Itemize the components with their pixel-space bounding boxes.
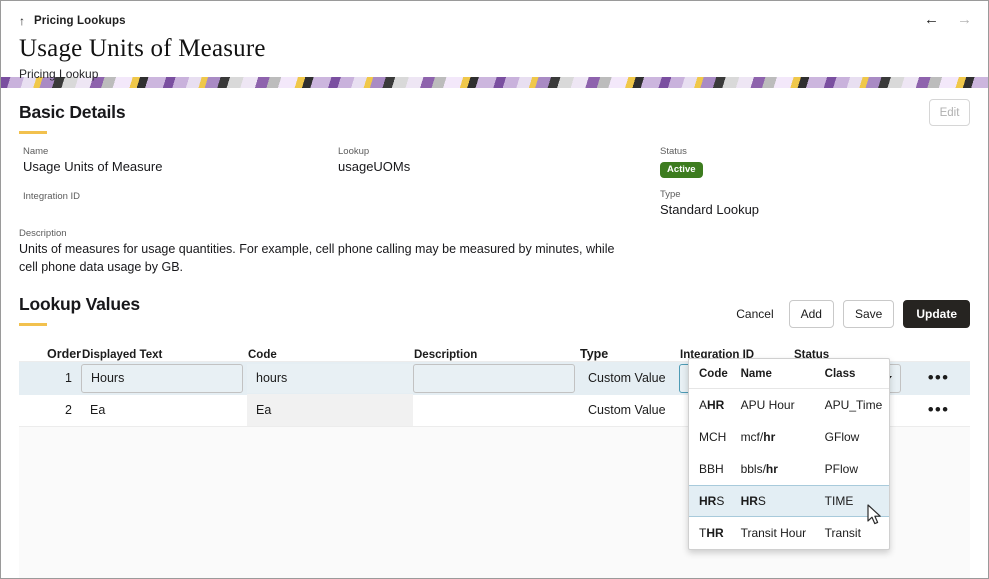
- field-type: Type Standard Lookup: [660, 189, 759, 217]
- lookup-values-actions: Cancel Add Save Update: [730, 299, 970, 328]
- row-displayed-text-cell[interactable]: Hours: [81, 363, 247, 393]
- dropdown-header-row: Code Name Class: [689, 359, 889, 389]
- row-code-cell[interactable]: Ea: [247, 394, 413, 426]
- dropdown-option-code: THR: [699, 526, 724, 540]
- dropdown-option-code: HRS: [699, 494, 725, 508]
- description-value: Units of measures for usage quantities. …: [19, 242, 615, 274]
- dropdown-option-name: bbls/hr: [740, 462, 778, 476]
- code-input[interactable]: Ea: [247, 394, 413, 426]
- column-header-type: Type: [580, 346, 609, 361]
- status-badge: Active: [660, 162, 703, 179]
- dropdown-option-name: HRS: [740, 494, 766, 508]
- field-type-value: Standard Lookup: [660, 202, 760, 217]
- edit-button[interactable]: Edit: [929, 99, 970, 126]
- field-status-label: Status: [660, 146, 687, 157]
- dropdown-option-code: AHR: [699, 398, 725, 412]
- basic-details-title: Basic Details: [19, 102, 126, 122]
- row-type: Custom Value: [588, 371, 666, 385]
- save-button[interactable]: Save: [842, 299, 895, 328]
- lookup-values-accent-rule: [19, 322, 47, 326]
- add-button[interactable]: Add: [788, 299, 834, 328]
- field-integration-id: Integration ID: [23, 191, 80, 204]
- dropdown-option[interactable]: HRS HRS TIME: [689, 485, 889, 517]
- dropdown-option-name: APU Hour: [740, 398, 795, 412]
- update-button[interactable]: Update: [903, 299, 970, 328]
- row-order: 2: [65, 403, 72, 417]
- row-menu-cell[interactable]: •••: [907, 401, 970, 420]
- column-header-displayed-text: Displayed Text: [82, 348, 163, 361]
- dropdown-option-name: mcf/hr: [740, 430, 776, 444]
- field-name: Name Usage Units of Measure: [23, 146, 162, 174]
- dropdown-option[interactable]: BBH bbls/hr PFlow: [689, 453, 889, 485]
- basic-details-section: Basic Details Edit Name Usage Units of M…: [1, 88, 988, 232]
- breadcrumb-label[interactable]: Pricing Lookups: [34, 15, 126, 27]
- row-overflow-menu-icon[interactable]: •••: [928, 400, 949, 419]
- dropdown-option-code: MCH: [699, 430, 727, 444]
- cancel-button[interactable]: Cancel: [730, 300, 779, 328]
- row-description-cell[interactable]: [413, 363, 579, 393]
- dropdown-option[interactable]: THR Transit Hour Transit: [689, 517, 889, 549]
- field-name-value: Usage Units of Measure: [23, 159, 163, 174]
- column-header-description: Description: [414, 348, 478, 361]
- dropdown-option-name: Transit Hour: [740, 526, 807, 540]
- page-title: Usage Units of Measure: [19, 35, 266, 62]
- column-header-order: Order: [47, 346, 82, 361]
- code-input[interactable]: hours: [247, 363, 413, 393]
- dropdown-column-name: Name: [740, 367, 772, 380]
- row-order: 1: [65, 371, 72, 385]
- column-header-code: Code: [248, 348, 277, 361]
- dropdown-option-class: Transit: [824, 526, 861, 540]
- field-status: Status Active: [660, 146, 703, 179]
- basic-details-fields: Name Usage Units of Measure Lookup usage…: [19, 146, 970, 232]
- dropdown-options-list: AHR APU Hour APU_Time MCH mcf/hr GFlow BBH bbls…: [689, 389, 889, 549]
- mouse-cursor-icon: [867, 504, 881, 525]
- field-lookup-value: usageUOMs: [338, 159, 411, 174]
- row-overflow-menu-icon[interactable]: •••: [928, 368, 949, 387]
- integration-id-dropdown-panel[interactable]: Code Name Class AHR APU Hour APU_Time MCH mc…: [688, 358, 890, 550]
- up-arrow-icon: ↑: [19, 14, 25, 28]
- page-subtitle: Pricing Lookup: [19, 67, 99, 82]
- displayed-text-input[interactable]: Hours: [81, 363, 243, 393]
- description-input[interactable]: [413, 363, 575, 393]
- dropdown-option[interactable]: MCH mcf/hr GFlow: [689, 421, 889, 453]
- field-lookup: Lookup usageUOMs: [338, 146, 410, 174]
- dropdown-option-class: GFlow: [824, 430, 860, 444]
- field-lookup-label: Lookup: [338, 146, 370, 157]
- field-integration-id-label: Integration ID: [23, 191, 81, 202]
- dropdown-column-code: Code: [699, 367, 728, 380]
- title-accent-rule: [19, 131, 47, 134]
- dropdown-option-class: APU_Time: [824, 398, 883, 412]
- navigation-arrows: ← →: [924, 12, 972, 27]
- page-header: ↑ Pricing Lookups Usage Units of Measure…: [1, 1, 988, 81]
- dropdown-option-class: PFlow: [824, 462, 859, 476]
- row-displayed-text: Ea: [90, 403, 106, 417]
- description-block: Description Units of measures for usage …: [1, 228, 988, 277]
- field-type-label: Type: [660, 189, 681, 200]
- row-code-cell[interactable]: hours: [247, 363, 413, 393]
- breadcrumb[interactable]: ↑ Pricing Lookups: [19, 13, 970, 29]
- dropdown-option[interactable]: AHR APU Hour APU_Time: [689, 389, 889, 421]
- field-name-label: Name: [23, 146, 49, 157]
- row-type: Custom Value: [588, 403, 666, 417]
- application-window: ↑ Pricing Lookups Usage Units of Measure…: [0, 0, 989, 579]
- dropdown-option-code: BBH: [699, 462, 724, 476]
- dropdown-column-class: Class: [824, 367, 856, 380]
- row-menu-cell[interactable]: •••: [907, 369, 970, 388]
- back-arrow-icon[interactable]: ←: [924, 12, 939, 27]
- forward-arrow-icon[interactable]: →: [957, 12, 972, 27]
